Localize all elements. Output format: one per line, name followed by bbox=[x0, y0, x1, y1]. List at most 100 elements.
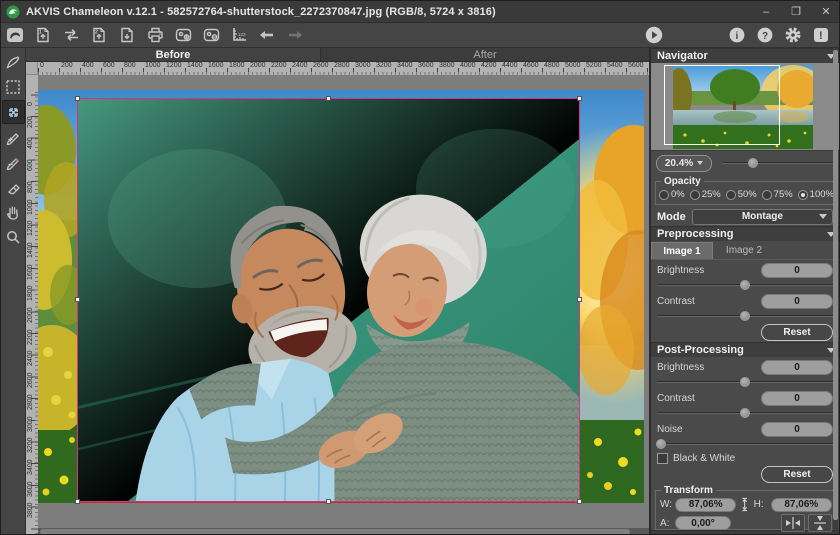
noise-slider[interactable] bbox=[657, 438, 833, 450]
help-button[interactable]: ? bbox=[752, 24, 778, 46]
save-image-button[interactable] bbox=[114, 24, 140, 46]
postprocessing-reset-button[interactable]: Reset bbox=[761, 466, 833, 483]
post-brightness-slider[interactable] bbox=[657, 376, 833, 388]
hruler-label: 800 bbox=[124, 62, 136, 69]
cut-pencil-tool[interactable] bbox=[2, 150, 25, 174]
open-image-2-button[interactable]: 2 bbox=[86, 24, 112, 46]
chameleon-logo-icon[interactable] bbox=[2, 24, 28, 46]
preprocessing-reset-button[interactable]: Reset bbox=[761, 324, 833, 341]
height-field[interactable]: 87,06% bbox=[771, 498, 832, 512]
image-tabs: Image 1 Image 2 bbox=[651, 241, 840, 260]
angle-field[interactable]: 0,00° bbox=[675, 516, 731, 530]
save-project-button[interactable] bbox=[198, 24, 224, 46]
navigator-header[interactable]: Navigator bbox=[651, 48, 840, 63]
link-wh-icon[interactable] bbox=[740, 497, 749, 512]
tab-image-2[interactable]: Image 2 bbox=[713, 242, 775, 259]
selection-tool[interactable] bbox=[2, 75, 25, 99]
run-button[interactable] bbox=[641, 24, 667, 46]
tab-after[interactable]: After bbox=[321, 48, 649, 61]
pre-brightness-slider-thumb[interactable] bbox=[740, 280, 750, 290]
redo-button[interactable] bbox=[282, 24, 308, 46]
zoom-slider-thumb[interactable] bbox=[748, 158, 758, 168]
tab-image-1[interactable]: Image 1 bbox=[651, 242, 713, 259]
handle-bottom-right[interactable] bbox=[577, 499, 582, 504]
post-brightness-value[interactable]: 0 bbox=[761, 360, 833, 375]
svg-text:123: 123 bbox=[238, 32, 246, 37]
noise-slider-thumb[interactable] bbox=[656, 439, 666, 449]
fragment-image[interactable] bbox=[77, 98, 580, 502]
undo-button[interactable] bbox=[254, 24, 280, 46]
opacity-radio-75[interactable]: 75% bbox=[762, 189, 793, 200]
vruler-label: 200 bbox=[27, 116, 34, 128]
panel-scrollbar[interactable] bbox=[833, 48, 838, 535]
info-button[interactable]: i bbox=[724, 24, 750, 46]
zoom-dropdown[interactable]: 20.4% bbox=[656, 155, 712, 172]
handle-top-middle[interactable] bbox=[326, 96, 331, 101]
transform-group: Transform W: 87,06% H: 87,06% A: 0,00° bbox=[655, 490, 837, 530]
svg-text:i: i bbox=[736, 31, 739, 42]
minimize-button[interactable]: – bbox=[751, 1, 781, 22]
navigator-title: Navigator bbox=[657, 50, 708, 62]
pre-contrast-slider[interactable] bbox=[657, 310, 833, 322]
print-button[interactable] bbox=[142, 24, 168, 46]
mode-dropdown[interactable]: Montage bbox=[692, 209, 833, 225]
width-field[interactable]: 87,06% bbox=[675, 498, 736, 512]
handle-bottom-middle[interactable] bbox=[326, 499, 331, 504]
vruler-label: 1200 bbox=[27, 221, 34, 237]
noise-value[interactable]: 0 bbox=[761, 422, 833, 437]
black-white-label: Black & White bbox=[673, 453, 735, 464]
width-label: W: bbox=[660, 499, 672, 510]
navigator-thumbnail[interactable] bbox=[673, 65, 813, 149]
postprocessing-header[interactable]: Post-Processing bbox=[651, 342, 840, 357]
handle-bottom-left[interactable] bbox=[75, 499, 80, 504]
handle-middle-left[interactable] bbox=[75, 297, 80, 302]
opacity-radio-0[interactable]: 0% bbox=[659, 189, 685, 200]
maximize-button[interactable]: ❐ bbox=[781, 1, 811, 22]
pre-brightness-value[interactable]: 0 bbox=[761, 263, 833, 278]
handle-top-left[interactable] bbox=[75, 96, 80, 101]
tab-before[interactable]: Before bbox=[26, 48, 321, 61]
preprocessing-header[interactable]: Preprocessing bbox=[651, 226, 840, 241]
handle-middle-right[interactable] bbox=[577, 297, 582, 302]
panel-scrollbar-thumb[interactable] bbox=[833, 50, 838, 520]
pre-contrast-value[interactable]: 0 bbox=[761, 294, 833, 309]
app-window: AKVIS Chameleon v.12.1 - 582572764-shutt… bbox=[0, 0, 840, 535]
vruler-label: 400 bbox=[27, 138, 34, 150]
post-contrast-slider[interactable] bbox=[657, 407, 833, 419]
flip-vertical-button[interactable] bbox=[808, 514, 832, 532]
opacity-radio-25[interactable]: 25% bbox=[690, 189, 721, 200]
open-image-1-button[interactable]: 1 bbox=[30, 24, 56, 46]
hruler-label: 600 bbox=[103, 62, 115, 69]
zoom-slider[interactable] bbox=[722, 157, 833, 169]
pre-contrast-slider-thumb[interactable] bbox=[740, 311, 750, 321]
horizontal-scrollbar[interactable] bbox=[38, 528, 649, 535]
close-button[interactable]: ✕ bbox=[811, 1, 840, 22]
opacity-radio-100[interactable]: 100% bbox=[798, 189, 834, 200]
vruler-label: 600 bbox=[27, 159, 34, 171]
about-news-button[interactable]: ! bbox=[808, 24, 834, 46]
eraser-tool[interactable] bbox=[2, 175, 25, 199]
zoom-tool[interactable] bbox=[2, 225, 25, 249]
preferences-ruler-button[interactable]: 123 bbox=[226, 24, 252, 46]
horizontal-scrollbar-thumb[interactable] bbox=[40, 529, 630, 535]
handle-top-right[interactable] bbox=[577, 96, 582, 101]
load-project-button[interactable] bbox=[170, 24, 196, 46]
vruler-label: 1800 bbox=[27, 286, 34, 302]
canvas-viewport[interactable] bbox=[38, 75, 649, 535]
opacity-radio-50[interactable]: 50% bbox=[726, 189, 757, 200]
flip-horizontal-button[interactable] bbox=[781, 514, 805, 532]
keep-pencil-tool[interactable] bbox=[2, 125, 25, 149]
swap-images-button[interactable] bbox=[58, 24, 84, 46]
transform-tool[interactable] bbox=[2, 100, 25, 124]
post-brightness-slider-thumb[interactable] bbox=[740, 377, 750, 387]
chevron-down-icon bbox=[819, 214, 827, 219]
pre-brightness-slider[interactable] bbox=[657, 279, 833, 291]
hruler-label: 2800 bbox=[334, 62, 350, 69]
settings-gear-button[interactable] bbox=[780, 24, 806, 46]
hand-tool[interactable] bbox=[2, 200, 25, 224]
post-contrast-slider-thumb[interactable] bbox=[740, 408, 750, 418]
smudge-tool[interactable] bbox=[2, 50, 25, 74]
zoom-slider-track bbox=[722, 162, 833, 164]
post-contrast-value[interactable]: 0 bbox=[761, 391, 833, 406]
checkbox-icon[interactable] bbox=[657, 453, 668, 464]
